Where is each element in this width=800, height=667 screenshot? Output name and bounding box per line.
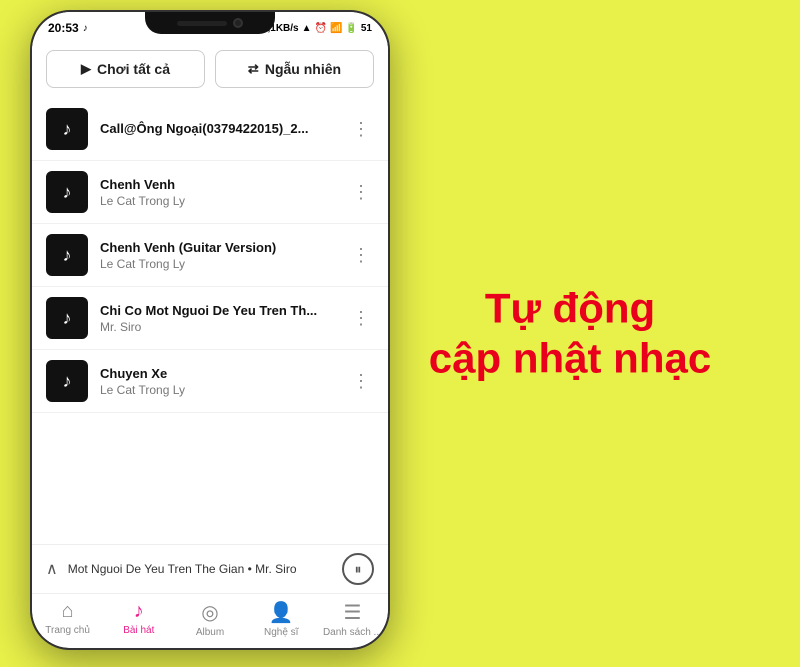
song-info: Chi Co Mot Nguoi De Yeu Tren Th... Mr. S… [100, 303, 336, 334]
promo-text: Tự động cập nhật nhạc [400, 283, 740, 384]
song-title: Chi Co Mot Nguoi De Yeu Tren Th... [100, 303, 336, 318]
song-title: Call@Ông Ngoại(0379422015)_2... [100, 121, 336, 136]
music-note-thumb-icon: ♪ [63, 308, 72, 329]
phone-frame: 20:53 ♪ 0,1KB/s ▲ ⏰ 📶 🔋 51 ▶ Chơi tất cả [30, 10, 390, 650]
play-all-label: Chơi tất cả [97, 61, 170, 77]
song-item[interactable]: ♪ Chenh Venh Le Cat Trong Ly ⋮ [32, 161, 388, 224]
song-more-button[interactable]: ⋮ [348, 178, 374, 207]
shuffle-icon: ⇄ [248, 61, 259, 77]
notch-speaker [177, 21, 227, 26]
battery-icon: 🔋 [345, 23, 357, 34]
song-more-button[interactable]: ⋮ [348, 367, 374, 396]
shuffle-button[interactable]: ⇄ Ngẫu nhiên [215, 50, 374, 88]
mini-track-info: Mot Nguoi De Yeu Tren The Gian • Mr. Sir… [68, 562, 332, 576]
song-item[interactable]: ♪ Chuyen Xe Le Cat Trong Ly ⋮ [32, 350, 388, 413]
nav-label: Nghệ sĩ [264, 627, 298, 638]
nav-label: Trang chủ [45, 625, 90, 636]
chevron-up-icon: ∧ [46, 559, 58, 579]
promo-line2: cập nhật nhạc [400, 334, 740, 384]
status-time: 20:53 [48, 21, 79, 35]
nav-item-album[interactable]: ◎ Album [174, 600, 245, 638]
song-title: Chenh Venh (Guitar Version) [100, 240, 336, 255]
nav-item-danh-sách-...[interactable]: ☰ Danh sách ... [317, 600, 388, 638]
pause-button[interactable]: ⏸ [342, 553, 374, 585]
song-item[interactable]: ♪ Call@Ông Ngoại(0379422015)_2... ⋮ [32, 98, 388, 161]
song-info: Chuyen Xe Le Cat Trong Ly [100, 366, 336, 397]
song-artist: Le Cat Trong Ly [100, 383, 336, 397]
notch [145, 12, 275, 34]
music-note-thumb-icon: ♪ [63, 371, 72, 392]
song-title: Chuyen Xe [100, 366, 336, 381]
nav-item-nghệ-sĩ[interactable]: 👤 Nghệ sĩ [246, 600, 317, 638]
song-info: Chenh Venh Le Cat Trong Ly [100, 177, 336, 208]
play-icon: ▶ [81, 61, 91, 77]
notch-camera [233, 18, 243, 28]
song-more-button[interactable]: ⋮ [348, 241, 374, 270]
mini-artist: Mr. Siro [255, 562, 296, 576]
music-note-thumb-icon: ♪ [63, 182, 72, 203]
wifi-icon: 📶 [330, 23, 342, 34]
nav-icon: 👤 [269, 600, 294, 625]
play-all-button[interactable]: ▶ Chơi tất cả [46, 50, 205, 88]
nav-icon: ♪ [134, 600, 144, 623]
signal-icon: ▲ [302, 23, 312, 34]
phone-screen: 20:53 ♪ 0,1KB/s ▲ ⏰ 📶 🔋 51 ▶ Chơi tất cả [32, 12, 388, 648]
promo-line1: Tự động [400, 283, 740, 333]
alarm-icon: ⏰ [315, 23, 327, 34]
song-more-button[interactable]: ⋮ [348, 115, 374, 144]
nav-label: Album [196, 627, 224, 638]
nav-item-trang-chủ[interactable]: ⌂ Trang chủ [32, 600, 103, 638]
nav-icon: ◎ [201, 600, 218, 625]
music-note-thumb-icon: ♪ [63, 245, 72, 266]
song-item[interactable]: ♪ Chenh Venh (Guitar Version) Le Cat Tro… [32, 224, 388, 287]
song-artist: Le Cat Trong Ly [100, 194, 336, 208]
song-thumbnail: ♪ [46, 171, 88, 213]
status-icons: 0,1KB/s ▲ ⏰ 📶 🔋 51 [262, 23, 372, 34]
nav-icon: ⌂ [62, 600, 74, 623]
content-area: ▶ Chơi tất cả ⇄ Ngẫu nhiên ♪ Call@Ông Ng… [32, 40, 388, 544]
mini-track-name: Mot Nguoi De Yeu Tren The Gian [68, 562, 245, 576]
song-info: Chenh Venh (Guitar Version) Le Cat Trong… [100, 240, 336, 271]
song-artist: Le Cat Trong Ly [100, 257, 336, 271]
music-note-icon: ♪ [83, 23, 88, 34]
song-list: ♪ Call@Ông Ngoại(0379422015)_2... ⋮ ♪ Ch… [32, 98, 388, 544]
song-info: Call@Ông Ngoại(0379422015)_2... [100, 121, 336, 138]
music-note-thumb-icon: ♪ [63, 119, 72, 140]
action-buttons-row: ▶ Chơi tất cả ⇄ Ngẫu nhiên [32, 40, 388, 98]
song-thumbnail: ♪ [46, 108, 88, 150]
nav-item-bài-hát[interactable]: ♪ Bài hát [103, 600, 174, 638]
shuffle-label: Ngẫu nhiên [265, 61, 341, 77]
song-thumbnail: ♪ [46, 234, 88, 276]
song-artist: Mr. Siro [100, 320, 336, 334]
pause-icon: ⏸ [355, 561, 362, 578]
battery-percent: 51 [361, 23, 372, 34]
bottom-nav: ⌂ Trang chủ ♪ Bài hát ◎ Album 👤 Nghệ sĩ … [32, 593, 388, 648]
song-more-button[interactable]: ⋮ [348, 304, 374, 333]
nav-label: Bài hát [123, 625, 154, 636]
mini-player[interactable]: ∧ Mot Nguoi De Yeu Tren The Gian • Mr. S… [32, 544, 388, 593]
nav-icon: ☰ [343, 600, 361, 625]
song-thumbnail: ♪ [46, 360, 88, 402]
song-title: Chenh Venh [100, 177, 336, 192]
song-item[interactable]: ♪ Chi Co Mot Nguoi De Yeu Tren Th... Mr.… [32, 287, 388, 350]
song-thumbnail: ♪ [46, 297, 88, 339]
nav-label: Danh sách ... [323, 627, 382, 638]
